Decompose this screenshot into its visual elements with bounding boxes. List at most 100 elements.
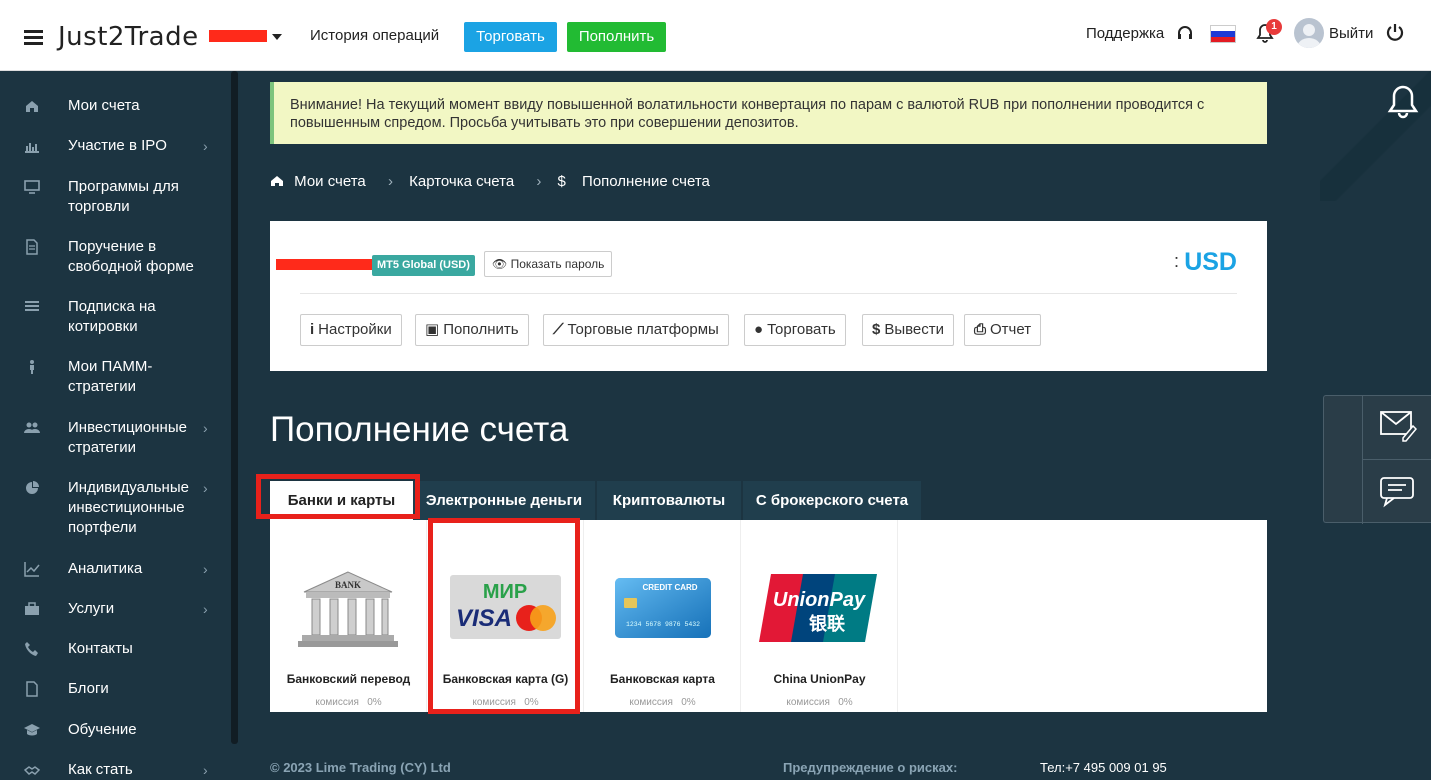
account-number-redacted: [276, 259, 372, 270]
user-avatar[interactable]: [1294, 18, 1324, 48]
tab-e-money[interactable]: Электронные деньги: [413, 481, 595, 520]
notifications-bell-icon[interactable]: [1386, 84, 1420, 120]
sidebar-item-label: Аналитика: [68, 560, 143, 577]
breadcrumb-my-accounts[interactable]: Мои счета: [294, 173, 366, 190]
sidebar-item-label: Мои счета: [68, 97, 140, 114]
breadcrumb-separator: ›: [536, 173, 542, 190]
footer-risk-warning[interactable]: Предупреждение о рисках:: [783, 760, 957, 775]
list-icon: [25, 301, 39, 311]
printer-icon: ⎙: [974, 321, 987, 338]
show-password-label: Показать пароль: [510, 257, 605, 271]
credit-card-icon: CREDIT CARD 1234 5678 9876 5432: [584, 570, 741, 650]
tab-crypto[interactable]: Криптовалюты: [597, 481, 741, 520]
card-number-text: 1234 5678 9876 5432: [626, 621, 700, 628]
method-commission: комиссия 0%: [315, 697, 382, 708]
area-chart-icon: ⟋: [553, 321, 564, 338]
account-selector-redacted[interactable]: [209, 30, 267, 42]
support-link[interactable]: Поддержка: [1086, 25, 1164, 42]
chat-icon[interactable]: [1379, 474, 1417, 508]
account-type-badge: MT5 Global (USD): [372, 255, 475, 276]
account-deposit-button[interactable]: ▣ Пополнить: [415, 314, 529, 346]
caret-down-icon[interactable]: [272, 34, 282, 40]
account-trade-button[interactable]: ● Торговать: [744, 314, 846, 346]
method-china-unionpay[interactable]: UnionPay 银联 China UnionPay комиссия 0%: [741, 520, 898, 712]
unionpay-cn-text: 银联: [809, 613, 845, 635]
report-label: Отчет: [990, 321, 1032, 338]
method-name: China UnionPay: [773, 672, 866, 686]
top-header: Just2Trade История операций Торговать По…: [0, 0, 1431, 71]
info-icon: i: [310, 321, 315, 338]
method-commission: комиссия 0%: [786, 697, 853, 708]
sidebar-item-label: Услуги: [68, 600, 115, 617]
chevron-right-icon: ›: [203, 762, 208, 778]
credit-card-logo-text: CREDIT CARD: [642, 583, 697, 592]
settings-label: Настройки: [318, 321, 392, 338]
withdraw-button[interactable]: $ Вывести: [862, 314, 955, 346]
settings-button[interactable]: i Настройки: [300, 314, 402, 346]
widget-handle[interactable]: [1324, 396, 1363, 524]
trading-platforms-button[interactable]: ⟋ Торговые платформы: [543, 314, 729, 346]
page-title: Пополнение счета: [270, 410, 569, 449]
sidebar-item-label: Поручение в свободной форме: [68, 238, 194, 275]
briefcase-icon: [25, 602, 39, 615]
withdraw-label: Вывести: [884, 321, 945, 338]
footer-phone[interactable]: Тел:+7 495 009 01 95: [1040, 760, 1167, 775]
chevron-right-icon: ›: [203, 138, 208, 154]
headset-icon[interactable]: [1176, 24, 1194, 42]
sidebar-item-label: Инвестиционные стратегии: [68, 419, 187, 456]
hamburger-menu-icon[interactable]: [24, 30, 43, 46]
dollar-icon: $: [557, 173, 566, 190]
breadcrumb-account-card[interactable]: Карточка счета: [409, 173, 514, 190]
divider: [300, 293, 1237, 294]
brand-logo[interactable]: Just2Trade: [58, 22, 199, 52]
method-bank-card[interactable]: CREDIT CARD 1234 5678 9876 5432 Банковск…: [584, 520, 741, 712]
trade-button[interactable]: Торговать: [464, 22, 557, 52]
person-icon: [30, 360, 34, 374]
graduation-cap-icon: [24, 724, 40, 736]
eye-icon: 👁: [492, 257, 508, 271]
highlight-box-card: [428, 518, 580, 714]
logout-link[interactable]: Выйти: [1329, 25, 1373, 42]
power-icon[interactable]: [1386, 23, 1404, 41]
method-name: Банковская карта: [610, 672, 715, 686]
show-password-button[interactable]: 👁 Показать пароль: [484, 251, 613, 277]
home-icon: [26, 101, 38, 112]
chevron-right-icon: ›: [203, 420, 208, 436]
deposit-methods-panel: BANK Банковский перевод комиссия 0% МИР …: [270, 520, 1267, 712]
sidebar-item-label: Как стать: [68, 761, 133, 778]
account-currency: USD: [1184, 248, 1237, 276]
deposit-button[interactable]: Пополнить: [567, 22, 666, 52]
deposit-label: Пополнить: [443, 321, 519, 338]
contact-widget: [1323, 395, 1431, 524]
tab-brokerage-account[interactable]: С брокерского счета: [743, 481, 921, 520]
method-bank-transfer[interactable]: BANK Банковский перевод комиссия 0%: [270, 520, 427, 712]
home-icon: [270, 173, 288, 190]
phone-icon: [25, 642, 38, 656]
chevron-right-icon: ›: [203, 601, 208, 617]
breadcrumb-current: Пополнение счета: [582, 173, 710, 190]
line-chart-icon: [24, 562, 40, 577]
method-name: Банковский перевод: [286, 672, 411, 686]
notification-count-badge: 1: [1266, 19, 1282, 35]
dollar-icon: $: [872, 321, 881, 338]
users-icon: [24, 422, 40, 433]
breadcrumb: Мои счета › Карточка счета › $ Пополнени…: [270, 173, 716, 190]
report-button[interactable]: ⎙ Отчет: [964, 314, 1042, 346]
sidebar-item-label: Индивидуальные инвестиционные портфели: [68, 479, 189, 536]
highlight-box-tab: [256, 474, 420, 519]
russia-flag-icon[interactable]: [1210, 25, 1236, 43]
document-icon: [26, 239, 38, 255]
balance-separator: :: [1173, 251, 1179, 271]
operations-history-link[interactable]: История операций: [310, 27, 439, 44]
sidebar-item-label: Контакты: [68, 640, 133, 657]
volatility-warning-alert: Внимание! На текущий момент ввиду повыше…: [270, 82, 1267, 144]
mail-pen-icon[interactable]: [1379, 408, 1417, 442]
trade-label: Торговать: [767, 321, 836, 338]
file-icon: [26, 681, 38, 697]
sidebar-item-label: Программы для торговли: [68, 178, 179, 215]
money-icon: ▣: [425, 321, 440, 338]
monitor-icon: [24, 180, 40, 194]
bar-chart-icon: [25, 143, 39, 153]
sidebar-scrollbar[interactable]: [231, 71, 238, 744]
account-card: MT5 Global (USD) 👁 Показать пароль : USD…: [270, 221, 1267, 371]
